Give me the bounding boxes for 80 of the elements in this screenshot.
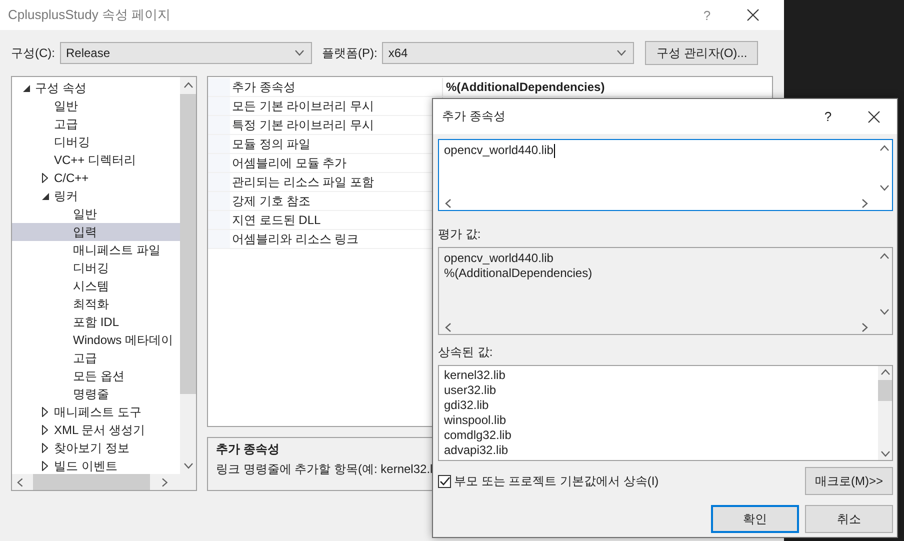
tree-item[interactable]: VC++ 디렉터리 bbox=[12, 151, 180, 169]
tree-item[interactable]: 디버깅 bbox=[12, 133, 180, 151]
tree-item[interactable]: 입력 bbox=[12, 223, 180, 241]
cancel-button[interactable]: 취소 bbox=[805, 505, 893, 533]
chevron-left-icon bbox=[445, 322, 451, 332]
inherited-line: user32.lib bbox=[444, 383, 498, 398]
help-button[interactable]: ? bbox=[805, 109, 851, 124]
chevron-down-icon bbox=[184, 463, 192, 469]
property-name[interactable]: 추가 종속성 bbox=[230, 78, 442, 96]
tree-item[interactable]: 매니페스트 도구 bbox=[12, 403, 180, 421]
checkbox[interactable] bbox=[438, 474, 451, 488]
tree-item[interactable]: 최적화 bbox=[12, 295, 180, 313]
chevron-left-icon bbox=[445, 198, 451, 208]
tree-item[interactable]: 명령줄 bbox=[12, 385, 180, 403]
dependencies-input-field[interactable]: opencv_world440.lib bbox=[438, 139, 893, 211]
tree-item[interactable]: C/C++ bbox=[12, 169, 180, 187]
inherited-line: comdlg32.lib bbox=[444, 428, 512, 443]
tree-item[interactable]: 고급 bbox=[12, 115, 180, 133]
tree-item[interactable]: 빌드 이벤트 bbox=[12, 457, 180, 474]
tree-item[interactable]: XML 문서 생성기 bbox=[12, 421, 180, 439]
inherited-line: advapi32.lib bbox=[444, 443, 510, 458]
tree-item[interactable]: 고급 bbox=[12, 349, 180, 367]
window-title: CplusplusStudy 속성 페이지 bbox=[8, 6, 172, 24]
chevron-down-icon bbox=[880, 185, 888, 191]
chevron-down-icon bbox=[617, 50, 626, 56]
inherited-line: winspool.lib bbox=[444, 413, 508, 428]
close-icon[interactable] bbox=[747, 9, 759, 21]
tree-item[interactable]: 모든 옵션 bbox=[12, 367, 180, 385]
platform-label: 플랫폼(P): bbox=[322, 44, 378, 62]
chevron-up-icon bbox=[184, 82, 192, 88]
scroll-thumb[interactable] bbox=[878, 380, 892, 401]
ok-button[interactable]: 확인 bbox=[711, 505, 799, 533]
collapsed-triangle-icon[interactable] bbox=[42, 443, 48, 453]
collapsed-triangle-icon[interactable] bbox=[42, 425, 48, 435]
chevron-left-icon bbox=[17, 478, 23, 486]
help-button[interactable]: ? bbox=[684, 8, 730, 22]
tree-item[interactable]: 구성 속성 bbox=[12, 79, 180, 97]
collapsed-triangle-icon[interactable] bbox=[42, 407, 48, 417]
macro-button[interactable]: 매크로(M)>> bbox=[805, 467, 893, 495]
config-label: 구성(C): bbox=[11, 44, 55, 62]
collapsed-triangle-icon[interactable] bbox=[42, 173, 48, 183]
chevron-right-icon bbox=[162, 478, 168, 486]
check-icon bbox=[440, 476, 450, 486]
config-manager-button[interactable]: 구성 관리자(O)... bbox=[645, 41, 758, 65]
inherit-checkbox[interactable]: 부모 또는 프로젝트 기본값에서 상속(I) bbox=[438, 472, 659, 490]
tree-item[interactable]: 일반 bbox=[12, 97, 180, 115]
horizontal-scrollbar[interactable] bbox=[12, 474, 196, 490]
inherited-line: kernel32.lib bbox=[444, 368, 506, 383]
chevron-up-icon bbox=[880, 253, 888, 259]
evaluated-label: 평가 값: bbox=[438, 226, 482, 243]
vertical-scrollbar[interactable] bbox=[180, 77, 196, 474]
evaluated-line: opencv_world440.lib bbox=[444, 251, 554, 266]
chevron-up-icon bbox=[880, 369, 890, 375]
expanded-triangle-icon[interactable] bbox=[42, 192, 48, 200]
chevron-up-icon bbox=[880, 145, 888, 151]
dialog-title: 추가 종속성 bbox=[442, 108, 506, 125]
close-icon[interactable] bbox=[868, 110, 880, 122]
chevron-down-icon bbox=[880, 309, 888, 315]
evaluated-line: %(AdditionalDependencies) bbox=[444, 266, 594, 281]
property-value[interactable]: %(AdditionalDependencies) bbox=[446, 80, 605, 94]
tree-item[interactable]: 디버깅 bbox=[12, 259, 180, 277]
description-text: 링크 명령줄에 추가할 항목(예: kernel32.l bbox=[216, 461, 433, 478]
chevron-right-icon bbox=[862, 322, 868, 332]
chevron-down-icon bbox=[880, 451, 890, 457]
chevron-right-icon bbox=[862, 198, 868, 208]
inherited-label: 상속된 값: bbox=[438, 344, 494, 361]
chevron-down-icon bbox=[295, 50, 304, 56]
platform-dropdown[interactable]: x64 bbox=[382, 42, 634, 64]
tree-item[interactable]: 찾아보기 정보 bbox=[12, 439, 180, 457]
collapsed-triangle-icon[interactable] bbox=[42, 461, 48, 471]
description-title: 추가 종속성 bbox=[216, 441, 280, 458]
config-dropdown[interactable]: Release bbox=[60, 42, 312, 64]
tree-item[interactable]: 포함 IDL bbox=[12, 313, 180, 331]
tree-item[interactable]: 일반 bbox=[12, 205, 180, 223]
tree-item[interactable]: 시스템 bbox=[12, 277, 180, 295]
tree-item[interactable]: Windows 메타데이 bbox=[12, 331, 180, 349]
inherited-line: gdi32.lib bbox=[444, 398, 490, 413]
expanded-triangle-icon[interactable] bbox=[22, 84, 30, 92]
tree-item[interactable]: 링커 bbox=[12, 187, 180, 205]
tree-item[interactable]: 매니페스트 파일 bbox=[12, 241, 180, 259]
